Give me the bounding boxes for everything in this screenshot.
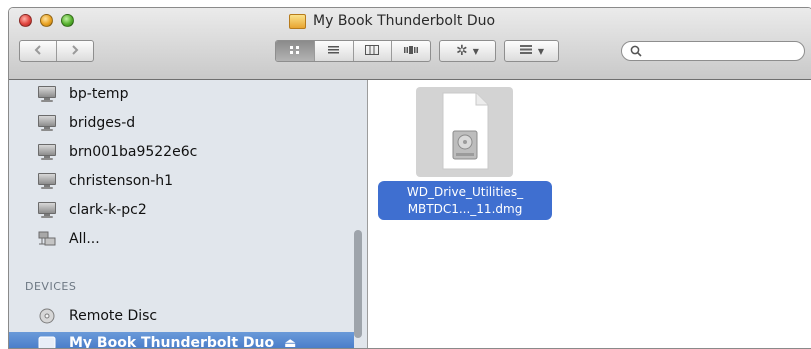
computer-icon (38, 86, 56, 102)
sidebar: bp-temp bridges-d brn001ba9522e6c christ… (9, 80, 368, 348)
file-name-line-2: MBTDC1..._11.dmg (378, 201, 552, 218)
forward-button[interactable] (56, 41, 93, 61)
icon-view-icon (289, 44, 301, 58)
sidebar-item-label: All... (69, 231, 100, 247)
dmg-disk-image-icon (416, 87, 513, 177)
column-view-button[interactable] (353, 41, 392, 61)
computer-icon (38, 144, 56, 160)
coverflow-view-button[interactable] (391, 41, 430, 61)
minimize-window-button[interactable] (40, 14, 53, 27)
arrange-menu-button[interactable]: ▼ (504, 40, 559, 62)
sidebar-item-clark-k-pc2[interactable]: clark-k-pc2 (9, 196, 354, 224)
file-name-line-1: WD_Drive_Utilities_ (378, 184, 552, 201)
icon-view-button[interactable] (276, 41, 314, 61)
sidebar-item-bridges-d[interactable]: bridges-d (9, 109, 354, 137)
view-mode-group (275, 40, 431, 62)
sidebar-item-label: bp-temp (69, 86, 128, 102)
coverflow-view-icon (403, 44, 419, 58)
selected-file-name[interactable]: WD_Drive_Utilities_ MBTDC1..._11.dmg (378, 181, 552, 220)
sidebar-item-all[interactable]: All... (9, 225, 354, 253)
sidebar-item-brn001ba9522e6c[interactable]: brn001ba9522e6c (9, 138, 354, 166)
chevron-right-icon (71, 44, 79, 58)
drive-title-icon (289, 14, 306, 29)
sidebar-item-bp-temp[interactable]: bp-temp (9, 80, 354, 108)
close-window-button[interactable] (19, 14, 32, 27)
sidebar-item-label: Remote Disc (69, 308, 157, 324)
computer-icon (38, 115, 56, 131)
dmg-file-thumbnail[interactable] (416, 87, 513, 177)
sidebar-scrollbar[interactable] (354, 230, 362, 338)
sidebar-item-label: brn001ba9522e6c (69, 144, 197, 160)
sidebar-item-label: christenson-h1 (69, 173, 173, 189)
gear-icon: ✲ (456, 43, 468, 59)
computer-icon (38, 173, 56, 189)
back-forward-group (19, 40, 94, 62)
window-title: My Book Thunderbolt Duo (289, 10, 495, 32)
file-browser-content: WD_Drive_Utilities_ MBTDC1..._11.dmg (369, 80, 811, 348)
chevron-down-icon: ▼ (538, 47, 544, 56)
chevron-down-icon: ▼ (473, 47, 479, 56)
back-button[interactable] (20, 41, 56, 61)
network-icon (38, 231, 56, 247)
computer-icon (38, 202, 56, 218)
column-view-icon (365, 44, 379, 58)
toolbar: My Book Thunderbolt Duo (9, 8, 811, 80)
list-view-button[interactable] (314, 41, 353, 61)
sidebar-item-christenson-h1[interactable]: christenson-h1 (9, 167, 354, 195)
search-field[interactable] (621, 41, 805, 61)
sidebar-item-my-book-thunderbolt-duo[interactable]: My Book Thunderbolt Duo ⏏ (9, 332, 354, 349)
search-icon (630, 45, 642, 57)
finder-window: My Book Thunderbolt Duo (8, 7, 811, 349)
chevron-left-icon (34, 44, 42, 58)
window-title-text: My Book Thunderbolt Duo (313, 13, 495, 29)
list-view-icon (327, 44, 340, 58)
sidebar-item-label: clark-k-pc2 (69, 202, 147, 218)
zoom-window-button[interactable] (61, 14, 74, 27)
devices-section-header: DEVICES (25, 280, 76, 293)
disc-icon (38, 308, 56, 324)
arrange-icon (519, 44, 533, 58)
action-menu-button[interactable]: ✲ ▼ (439, 40, 496, 62)
sidebar-item-remote-disc[interactable]: Remote Disc (9, 302, 354, 330)
sidebar-item-label: bridges-d (69, 115, 135, 131)
